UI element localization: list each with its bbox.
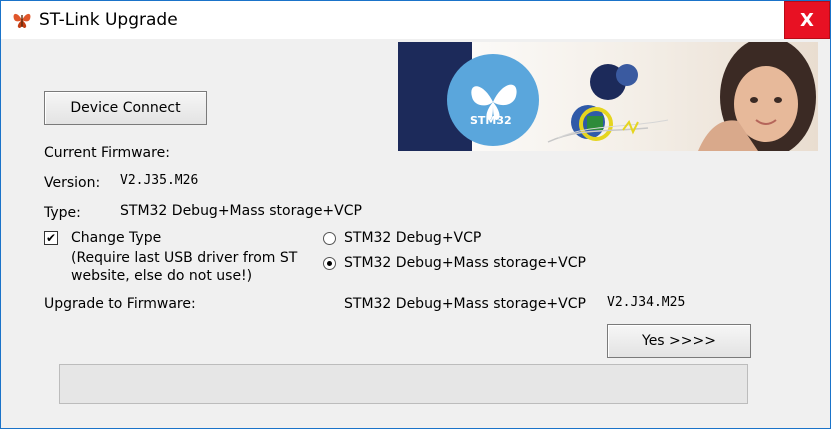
st-banner-image: STM32 <box>398 42 818 151</box>
banner-graphic: STM32 <box>398 42 818 151</box>
version-label: Version: <box>44 175 101 191</box>
banner-logo-text: STM32 <box>470 114 512 127</box>
upgrade-progress-bar <box>59 364 748 404</box>
yes-button[interactable]: Yes >>>> <box>607 324 751 358</box>
device-connect-button[interactable]: Device Connect <box>44 91 207 125</box>
close-button[interactable]: X <box>784 1 830 39</box>
change-type-label: Change Type <box>71 230 162 246</box>
change-type-note-line1: (Require last USB driver from ST <box>71 250 298 266</box>
window-content: STM32 Device Connect Current Firmware: V… <box>1 39 830 428</box>
close-icon: X <box>800 9 814 31</box>
current-version-value: V2.J35.M26 <box>120 173 199 188</box>
upgrade-type-value: STM32 Debug+Mass storage+VCP <box>344 296 586 312</box>
radio-debug-vcp-label: STM32 Debug+VCP <box>344 230 482 246</box>
st-link-upgrade-window: ST-Link Upgrade X STM32 Device Connect C… <box>0 0 831 429</box>
upgrade-to-firmware-label: Upgrade to Firmware: <box>44 296 196 312</box>
change-type-note-line2: website, else do not use!) <box>71 268 253 284</box>
radio-debug-vcp[interactable] <box>323 232 336 245</box>
change-type-checkbox[interactable]: ✔ <box>44 231 58 245</box>
type-label: Type: <box>44 205 81 221</box>
radio-debug-mass-storage-vcp-label: STM32 Debug+Mass storage+VCP <box>344 255 586 271</box>
current-firmware-label: Current Firmware: <box>44 145 170 161</box>
window-title: ST-Link Upgrade <box>39 10 178 30</box>
current-type-value: STM32 Debug+Mass storage+VCP <box>120 203 362 219</box>
title-bar: ST-Link Upgrade X <box>1 1 830 39</box>
upgrade-version-value: V2.J34.M25 <box>607 295 686 310</box>
radio-debug-mass-storage-vcp[interactable] <box>323 257 336 270</box>
butterfly-app-icon <box>13 13 31 28</box>
